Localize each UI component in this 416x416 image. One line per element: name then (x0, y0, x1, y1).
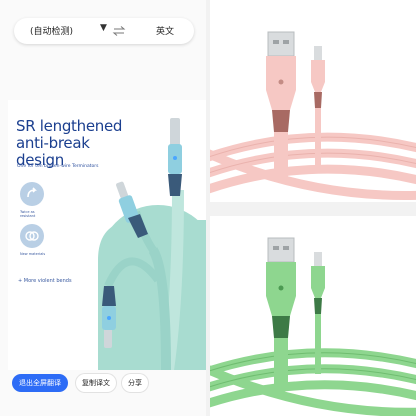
swap-arrows-icon[interactable] (112, 24, 126, 38)
translation-screen: (自动检测) ▼ 英文 SR lengthened anti-break des… (0, 0, 206, 416)
pink-cable-illustration (210, 31, 416, 200)
more-bends-label: + More violent bends (18, 278, 72, 284)
action-button-row: 退出全屏翻译 复制译文 分享 (0, 374, 206, 394)
feature-2-label: New materials (20, 252, 46, 256)
target-language-select[interactable]: 英文 (156, 24, 174, 37)
source-language-select[interactable]: (自动检测) (30, 24, 73, 37)
new-materials-icon (20, 224, 44, 248)
twice-resistant-icon (20, 182, 44, 206)
share-button[interactable]: 分享 (122, 374, 148, 392)
feature-1-label: Twice as resistant (20, 210, 35, 218)
copy-translation-button[interactable]: 复制译文 (76, 374, 116, 392)
language-selector-bar: (自动检测) ▼ 英文 (14, 18, 194, 44)
feature-1-line-2: resistant (20, 214, 36, 218)
pink-cable-photo (210, 0, 416, 202)
green-cable-photo (210, 216, 416, 416)
translated-product-image: SR lengthened anti-break design One for … (8, 100, 206, 370)
photo-divider (210, 202, 416, 216)
triangle-down-icon[interactable]: ▼ (100, 23, 107, 33)
exit-fullscreen-translation-button[interactable]: 退出全屏翻译 (12, 374, 68, 392)
green-cable-illustration (210, 237, 416, 416)
